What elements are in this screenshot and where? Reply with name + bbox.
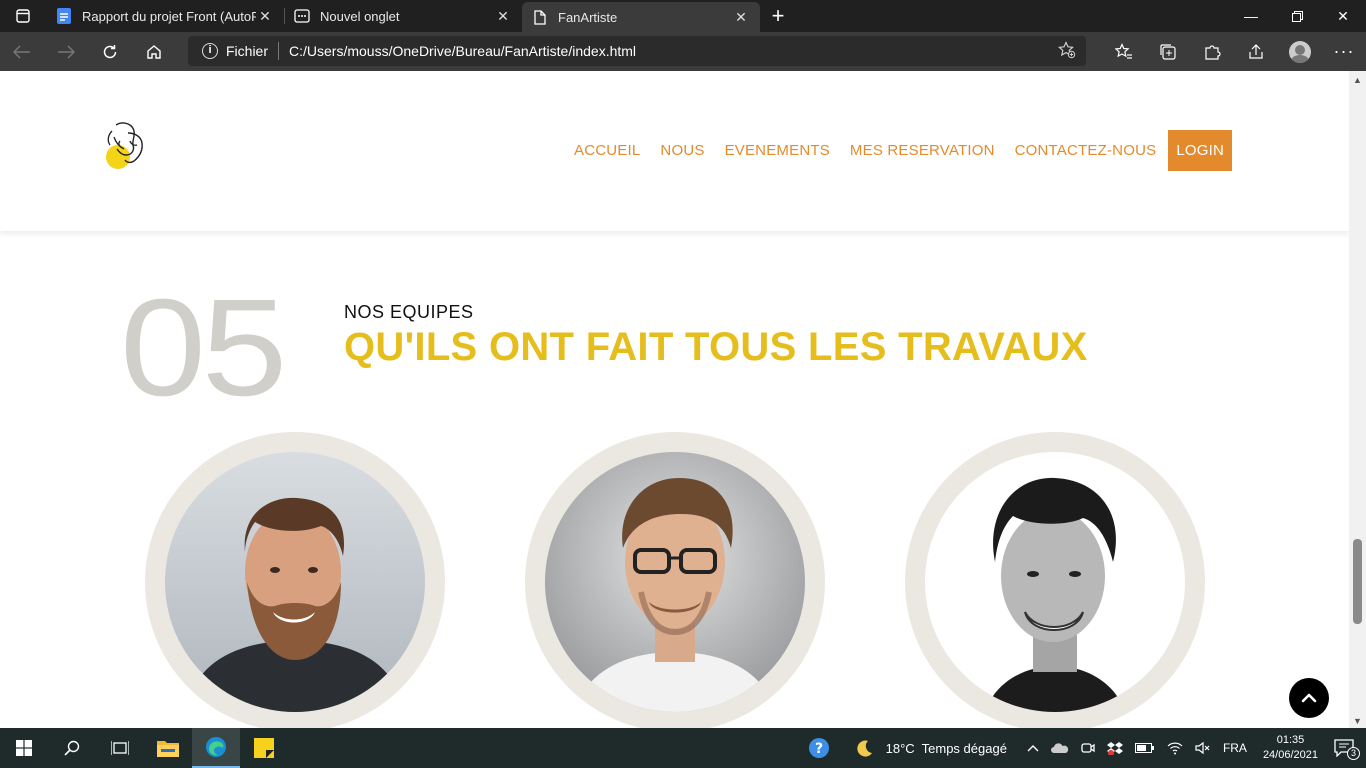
browser-toolbar: i Fichier C:/Users/mouss/OneDrive/Bureau… [0, 32, 1366, 71]
scroll-up-icon[interactable]: ▲ [1353, 75, 1362, 85]
member-portrait [165, 452, 425, 712]
system-clock[interactable]: 01:35 24/06/2021 [1263, 733, 1318, 763]
tab-title: FanArtiste [558, 9, 618, 25]
info-icon[interactable]: i [202, 43, 218, 59]
close-tab-icon[interactable]: ✕ [732, 9, 750, 26]
svg-text:?: ? [815, 741, 823, 757]
profile-avatar[interactable] [1278, 32, 1322, 71]
home-icon[interactable] [132, 32, 176, 71]
weather-moon-icon[interactable] [856, 739, 874, 757]
refresh-icon[interactable] [88, 32, 132, 71]
section-eyebrow: NOS EQUIPES [344, 302, 474, 322]
close-tab-icon[interactable]: ✕ [494, 8, 512, 25]
sticky-notes-icon[interactable] [240, 728, 288, 768]
share-icon[interactable] [1234, 32, 1278, 71]
docs-icon [56, 8, 72, 24]
favorites-icon[interactable] [1102, 32, 1146, 71]
scheme-label: Fichier [226, 43, 269, 59]
url-text[interactable]: C:/Users/mouss/OneDrive/Bureau/FanArtist… [289, 43, 636, 59]
new-tab-button[interactable]: + [760, 0, 796, 32]
search-icon[interactable] [48, 728, 96, 768]
site-logo[interactable] [104, 121, 148, 171]
edge-icon[interactable] [192, 728, 240, 768]
tab-actions-icon[interactable] [0, 0, 46, 32]
restore-icon[interactable] [1274, 0, 1320, 32]
address-bar[interactable]: i Fichier C:/Users/mouss/OneDrive/Bureau… [188, 36, 1086, 66]
tab-rapport[interactable]: Rapport du projet Front (AutoRe ✕ [46, 0, 284, 32]
site-nav: ACCUEIL NOUS EVENEMENTS MES RESERVATION … [554, 130, 1232, 171]
page-viewport: ACCUEIL NOUS EVENEMENTS MES RESERVATION … [0, 71, 1349, 728]
scroll-down-icon[interactable]: ▼ [1353, 716, 1362, 726]
tab-title: Nouvel onglet [320, 8, 400, 24]
scroll-to-top-button[interactable] [1289, 678, 1329, 718]
tab-title: Rapport du projet Front (AutoRe [82, 8, 256, 24]
divider [278, 42, 280, 60]
dropbox-icon[interactable] [1106, 741, 1123, 755]
notifications-icon[interactable]: 3 [1334, 739, 1360, 760]
battery-icon[interactable] [1134, 743, 1155, 753]
tab-nouvel-onglet[interactable]: Nouvel onglet ✕ [284, 0, 522, 32]
add-favorite-icon[interactable] [1058, 40, 1076, 62]
member-portrait [925, 452, 1185, 712]
nav-mes-reservation[interactable]: MES RESERVATION [850, 142, 995, 159]
page-icon [532, 9, 548, 25]
minimize-icon[interactable]: — [1228, 0, 1274, 32]
wifi-icon[interactable] [1167, 741, 1183, 755]
close-tab-icon[interactable]: ✕ [256, 8, 274, 25]
onedrive-icon[interactable] [1050, 742, 1069, 754]
meet-icon[interactable] [1081, 741, 1095, 755]
help-icon[interactable]: ? [808, 737, 830, 759]
task-view-icon[interactable] [96, 728, 144, 768]
nav-nous[interactable]: NOUS [660, 142, 704, 159]
tab-fanartiste[interactable]: FanArtiste ✕ [522, 2, 760, 32]
nav-contactez-nous[interactable]: CONTACTEZ-NOUS [1015, 142, 1157, 159]
start-icon[interactable] [0, 728, 48, 768]
team-section: 05 NOS EQUIPES QU'ILS ONT FAIT TOUS LES … [0, 231, 1349, 728]
section-headline: QU'ILS ONT FAIT TOUS LES TRAVAUX [344, 325, 1088, 369]
team-member-photo [145, 432, 445, 728]
window-controls: — ✕ [1228, 0, 1366, 32]
login-button[interactable]: LOGIN [1168, 130, 1232, 171]
page-scrollbar[interactable]: ▲ ▼ [1349, 71, 1366, 728]
close-window-icon[interactable]: ✕ [1320, 0, 1366, 32]
system-tray: ? 18°C Temps dégagé FRA 01:35 24/06/2021… [802, 728, 1366, 768]
member-portrait [545, 452, 805, 712]
windows-taskbar: ? 18°C Temps dégagé FRA 01:35 24/06/2021… [0, 728, 1366, 768]
new-tab-page-icon [294, 8, 310, 24]
forward-icon[interactable] [44, 32, 88, 71]
clock-time: 01:35 [1276, 734, 1305, 746]
nav-evenements[interactable]: EVENEMENTS [725, 142, 830, 159]
team-member-photo [525, 432, 825, 728]
notification-count: 3 [1347, 747, 1360, 760]
browser-tab-strip: Rapport du projet Front (AutoRe ✕ Nouvel… [0, 0, 1366, 32]
clock-date: 24/06/2021 [1262, 749, 1318, 761]
scrollbar-thumb[interactable] [1353, 539, 1362, 624]
back-icon[interactable] [0, 32, 44, 71]
tray-expand-icon[interactable] [1027, 744, 1039, 752]
section-number: 05 [120, 271, 287, 425]
collections-icon[interactable] [1146, 32, 1190, 71]
team-member-photo [905, 432, 1205, 728]
file-explorer-icon[interactable] [144, 728, 192, 768]
extensions-icon[interactable] [1190, 32, 1234, 71]
language-indicator[interactable]: FRA [1223, 741, 1247, 755]
weather-text[interactable]: 18°C Temps dégagé [886, 741, 1007, 756]
toolbar-right: ··· [1102, 32, 1366, 71]
more-menu-icon[interactable]: ··· [1322, 32, 1366, 71]
volume-muted-icon[interactable] [1195, 741, 1211, 755]
nav-accueil[interactable]: ACCUEIL [574, 142, 640, 159]
site-header: ACCUEIL NOUS EVENEMENTS MES RESERVATION … [0, 71, 1349, 231]
